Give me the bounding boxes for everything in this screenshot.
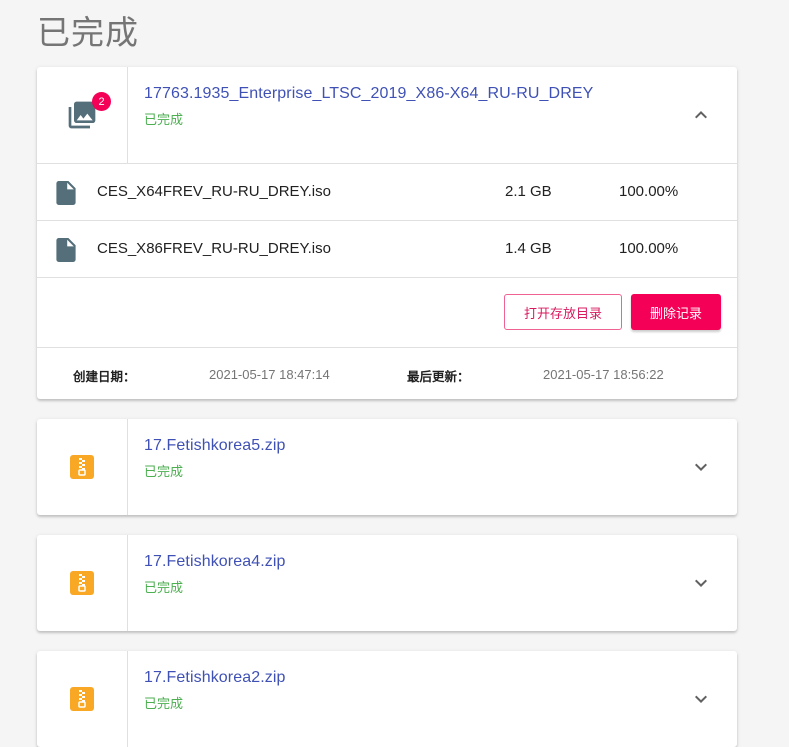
file-name: CES_X86FREV_RU-RU_DREY.iso [97, 240, 331, 257]
created-date-label: 创建日期： [73, 369, 136, 384]
task-header[interactable]: 17.Fetishkorea5.zip 已完成 [37, 419, 737, 515]
task-meta: 创建日期： 2021-05-17 18:47:14 最后更新： 2021-05-… [37, 347, 737, 400]
updated-date-value: 2021-05-17 18:56:22 [543, 367, 664, 382]
file-size: 2.1 GB [505, 183, 552, 200]
task-name[interactable]: 17.Fetishkorea5.zip [144, 437, 286, 455]
task-card: 17.Fetishkorea2.zip 已完成 [37, 651, 737, 747]
task-icon-column: 2 [37, 67, 128, 163]
task-icon-column [37, 535, 128, 631]
task-status: 已完成 [144, 465, 184, 480]
file-row: CES_X64FREV_RU-RU_DREY.iso 2.1 GB 100.00… [37, 163, 737, 220]
page-title: 已完成 [37, 13, 139, 52]
file-row: CES_X86FREV_RU-RU_DREY.iso 1.4 GB 100.00… [37, 220, 737, 277]
file-icon [56, 238, 76, 262]
delete-record-button[interactable]: 删除记录 [631, 294, 721, 330]
task-card: 17.Fetishkorea4.zip 已完成 [37, 535, 737, 631]
task-icon-column [37, 651, 128, 747]
zip-file-icon [70, 455, 94, 479]
task-status: 已完成 [144, 113, 184, 128]
task-header[interactable]: 2 17763.1935_Enterprise_LTSC_2019_X86-X6… [37, 67, 737, 163]
chevron-down-icon[interactable] [689, 455, 713, 479]
chevron-down-icon[interactable] [689, 571, 713, 595]
task-card: 17.Fetishkorea5.zip 已完成 [37, 419, 737, 515]
open-folder-button[interactable]: 打开存放目录 [504, 294, 622, 330]
task-card: 2 17763.1935_Enterprise_LTSC_2019_X86-X6… [37, 67, 737, 399]
task-icon-column [37, 419, 128, 515]
chevron-up-icon[interactable] [689, 103, 713, 127]
file-progress: 100.00% [619, 183, 679, 200]
task-name[interactable]: 17.Fetishkorea4.zip [144, 553, 286, 571]
chevron-down-icon[interactable] [689, 687, 713, 711]
file-size: 1.4 GB [505, 240, 552, 257]
task-status: 已完成 [144, 697, 184, 712]
file-name: CES_X64FREV_RU-RU_DREY.iso [97, 183, 331, 200]
zip-file-icon [70, 687, 94, 711]
task-name[interactable]: 17763.1935_Enterprise_LTSC_2019_X86-X64_… [144, 85, 593, 103]
file-icon [56, 181, 76, 205]
file-progress: 100.00% [619, 240, 679, 257]
task-status: 已完成 [144, 581, 184, 596]
updated-date-label: 最后更新： [407, 369, 470, 384]
created-date-value: 2021-05-17 18:47:14 [209, 367, 330, 382]
task-name[interactable]: 17.Fetishkorea2.zip [144, 669, 286, 687]
zip-file-icon [70, 571, 94, 595]
task-header[interactable]: 17.Fetishkorea2.zip 已完成 [37, 651, 737, 747]
file-count-badge: 2 [92, 92, 111, 111]
task-actions: 打开存放目录 删除记录 [37, 277, 737, 347]
task-header[interactable]: 17.Fetishkorea4.zip 已完成 [37, 535, 737, 631]
